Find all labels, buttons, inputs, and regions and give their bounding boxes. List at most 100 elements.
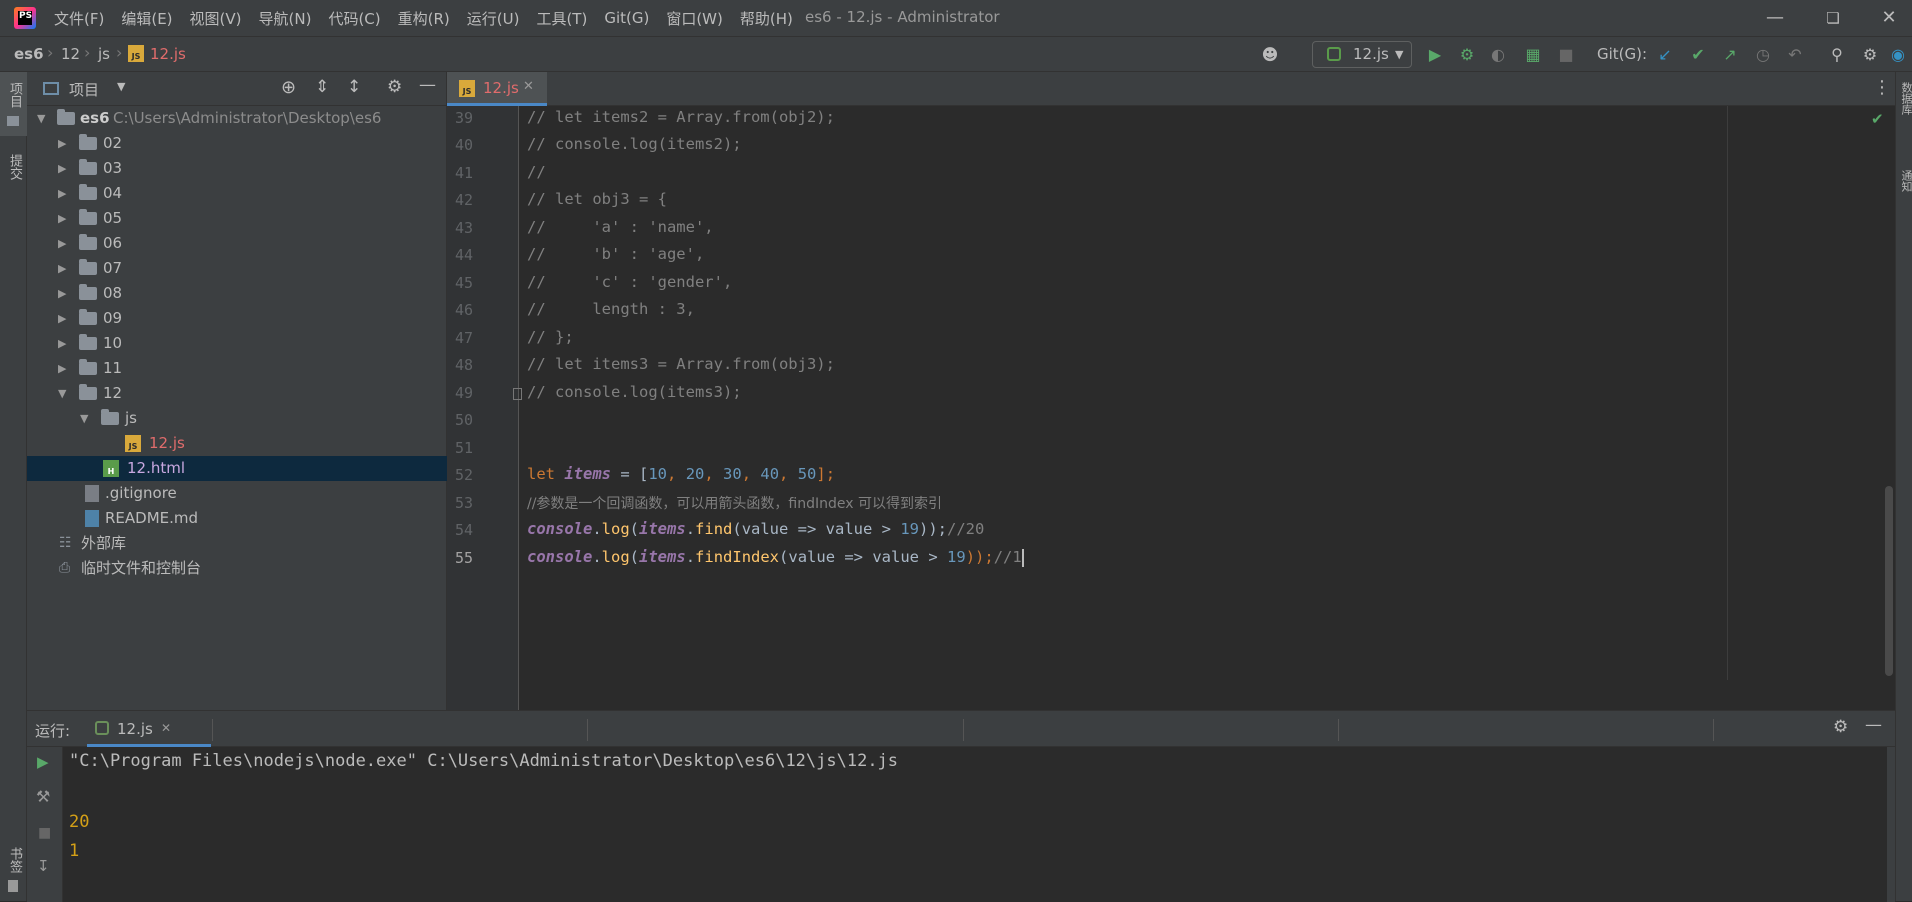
chevron-right-icon[interactable]: ▶	[58, 231, 70, 256]
run-configuration-select[interactable]: 12.js ▼	[1312, 41, 1412, 68]
stop-icon[interactable]: ■	[38, 825, 51, 841]
run-icon[interactable]: ▶	[1423, 43, 1447, 67]
git-update-icon[interactable]: ↙	[1653, 43, 1677, 67]
tool-tab-commit[interactable]: 提交	[5, 154, 24, 180]
tree-folder-06[interactable]: ▶ 06	[27, 231, 447, 256]
gear-icon[interactable]: ⚙	[387, 77, 402, 97]
close-tab-icon[interactable]: ✕	[523, 79, 534, 94]
more-options-icon[interactable]: ⋮	[1873, 77, 1891, 98]
chevron-down-icon[interactable]: ▼	[117, 80, 125, 93]
menu-code[interactable]: 代码(C)	[328, 8, 380, 29]
tree-folder-js[interactable]: ▼ js	[27, 406, 447, 431]
settings-icon[interactable]: ⚙	[1858, 43, 1882, 67]
menu-refactor[interactable]: 重构(R)	[398, 8, 450, 29]
rollback-icon[interactable]: ↶	[1783, 43, 1807, 67]
collapse-all-icon[interactable]: ↕	[347, 77, 361, 97]
right-margin-guide	[1727, 106, 1728, 680]
tree-folder-08[interactable]: ▶ 08	[27, 281, 447, 306]
scroll-to-end-icon[interactable]: ↧	[37, 857, 50, 875]
tree-folder-03[interactable]: ▶ 03	[27, 156, 447, 181]
inspection-ok-icon[interactable]: ✔	[1871, 110, 1884, 128]
tree-folder-12[interactable]: ▼ 12	[27, 381, 447, 406]
tree-folder-11[interactable]: ▶ 11	[27, 356, 447, 381]
locate-icon[interactable]: ⊕	[281, 77, 296, 98]
chevron-down-icon[interactable]: ▼	[37, 106, 49, 131]
menu-git[interactable]: Git(G)	[604, 9, 649, 27]
tree-file-readme[interactable]: README.md	[27, 506, 447, 531]
tree-folder-10[interactable]: ▶ 10	[27, 331, 447, 356]
breadcrumb-12[interactable]: 12	[61, 45, 80, 63]
tree-root[interactable]: ▼ es6 C:\Users\Administrator\Desktop\es6	[27, 106, 447, 131]
tool-tab-notifications[interactable]: 通知	[1898, 170, 1912, 192]
menu-window[interactable]: 窗口(W)	[666, 8, 723, 29]
tree-folder-07[interactable]: ▶ 07	[27, 256, 447, 281]
account-icon[interactable]: ☻▾	[1258, 43, 1282, 88]
tree-file-12html[interactable]: H 12.html	[27, 456, 447, 481]
rerun-icon[interactable]: ▶	[37, 753, 49, 771]
line-number: 47	[454, 329, 473, 347]
plugin-icon[interactable]: ◉	[1886, 43, 1910, 67]
tree-folder-02[interactable]: ▶ 02	[27, 131, 447, 156]
menu-file[interactable]: 文件(F)	[54, 8, 104, 29]
breadcrumb-js[interactable]: js	[98, 45, 110, 63]
git-push-icon[interactable]: ↗	[1718, 43, 1742, 67]
run-tab-12js[interactable]: 12.js ✕	[87, 711, 211, 747]
menu-help[interactable]: 帮助(H)	[740, 8, 793, 29]
chevron-right-icon[interactable]: ▶	[58, 256, 70, 281]
editor-scrollbar[interactable]	[1885, 486, 1893, 676]
code-editor[interactable]: 39 40 41 42 43 44 45 46 47 48 49 50 51 5…	[447, 106, 1895, 710]
breadcrumb-file[interactable]: 12.js	[150, 45, 186, 63]
tool-tab-bookmarks[interactable]: 书签	[5, 847, 24, 873]
run-config-label: 12.js	[1353, 45, 1389, 63]
dot-token: .	[685, 520, 696, 538]
chevron-right-icon[interactable]: ▶	[58, 281, 70, 306]
tool-tab-database[interactable]: 数据库	[1898, 82, 1912, 115]
close-icon[interactable]: ✕	[1876, 6, 1902, 30]
tree-scratches[interactable]: ⎙ 临时文件和控制台	[27, 556, 447, 581]
profiler-icon[interactable]: ▦	[1521, 43, 1545, 67]
project-panel-title[interactable]: 项目	[69, 79, 99, 100]
chevron-right-icon[interactable]: ▶	[58, 331, 70, 356]
restore-icon[interactable]: ❏	[1820, 6, 1846, 30]
hide-panel-icon[interactable]: —	[419, 75, 436, 95]
tree-external-libraries[interactable]: ☷ 外部库	[27, 531, 447, 556]
menu-view[interactable]: 视图(V)	[190, 8, 242, 29]
chevron-right-icon[interactable]: ▶	[58, 356, 70, 381]
minimize-icon[interactable]: —	[1762, 6, 1788, 30]
chevron-right-icon[interactable]: ▶	[58, 306, 70, 331]
breadcrumb-es6[interactable]: es6	[14, 45, 44, 63]
chevron-right-icon[interactable]: ▶	[58, 156, 70, 181]
tree-folder-09[interactable]: ▶ 09	[27, 306, 447, 331]
editor-tab-12js[interactable]: JS 12.js ✕	[447, 72, 547, 106]
stop-icon[interactable]: ■	[1554, 43, 1578, 67]
tree-folder-05[interactable]: ▶ 05	[27, 206, 447, 231]
expand-all-icon[interactable]: ⇕	[315, 77, 329, 97]
chevron-down-icon[interactable]: ▼	[80, 406, 92, 431]
git-commit-icon[interactable]: ✔	[1686, 43, 1710, 67]
app-logo-icon[interactable]: PS	[14, 7, 36, 29]
coverage-icon[interactable]: ◐	[1486, 43, 1510, 67]
debug-icon[interactable]: ⚙	[1455, 43, 1479, 67]
close-tab-icon[interactable]: ✕	[161, 721, 171, 735]
hide-panel-icon[interactable]: —	[1865, 715, 1882, 735]
tree-folder-04[interactable]: ▶ 04	[27, 181, 447, 206]
divider	[1338, 719, 1339, 741]
tree-file-gitignore[interactable]: .gitignore	[27, 481, 447, 506]
search-icon[interactable]: ⚲	[1825, 43, 1849, 67]
fold-marker-icon[interactable]	[513, 388, 522, 400]
menu-navigate[interactable]: 导航(N)	[259, 8, 312, 29]
chevron-right-icon[interactable]: ▶	[58, 206, 70, 231]
tree-file-12js[interactable]: JS 12.js	[27, 431, 447, 456]
chevron-down-icon[interactable]: ▼	[58, 381, 70, 406]
history-icon[interactable]: ◷	[1751, 43, 1775, 67]
chevron-right-icon[interactable]: ▶	[58, 131, 70, 156]
menu-run[interactable]: 运行(U)	[467, 8, 520, 29]
menu-edit[interactable]: 编辑(E)	[121, 8, 172, 29]
editor-tab-label: 12.js	[483, 79, 519, 97]
gear-icon[interactable]: ⚙	[1833, 717, 1848, 737]
chevron-right-icon[interactable]: ▶	[58, 181, 70, 206]
tool-tab-project[interactable]: 项目	[5, 82, 24, 108]
wrench-icon[interactable]: ⚒	[36, 787, 50, 806]
menu-tools[interactable]: 工具(T)	[536, 8, 587, 29]
console-scrollbar[interactable]	[1887, 747, 1895, 902]
